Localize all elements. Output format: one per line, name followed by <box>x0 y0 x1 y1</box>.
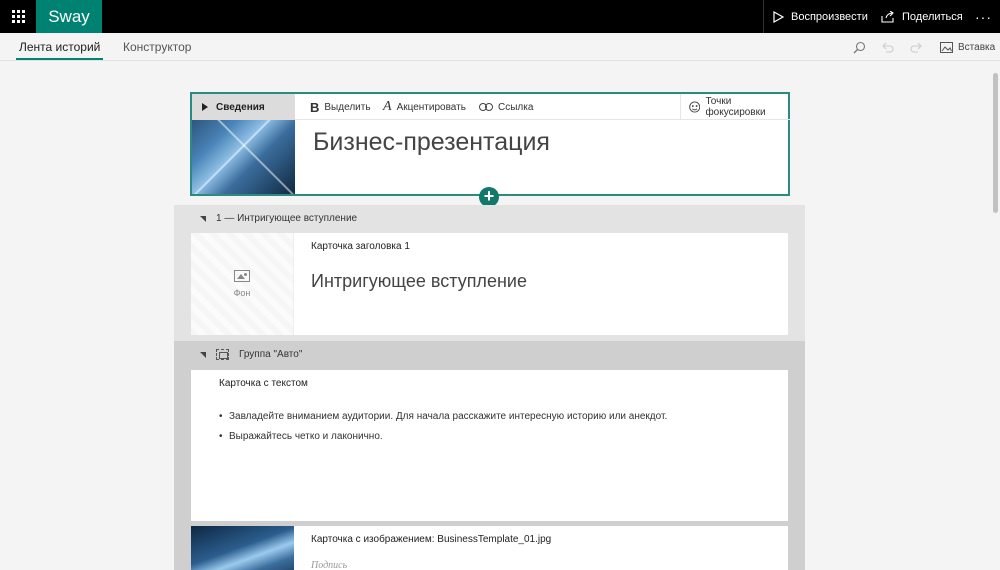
add-card-button[interactable]: + <box>479 187 499 207</box>
accent-icon: A <box>383 99 392 114</box>
caption-field[interactable]: Подпись <box>311 560 347 570</box>
undo-button[interactable] <box>881 33 894 61</box>
search-icon <box>853 41 866 53</box>
top-bar: Sway Воспроизвести Поделиться ··· <box>0 0 1000 33</box>
format-toolbar: B Выделить A Акцентировать Ссылка Точки … <box>295 94 790 120</box>
card-type-label: Карточка с изображением: BusinessTemplat… <box>311 534 552 545</box>
link-button[interactable]: Ссылка <box>479 94 533 120</box>
search-button[interactable] <box>853 33 866 61</box>
emphasize-label: Выделить <box>324 101 371 113</box>
section-heading: 1 — Интригующее вступление <box>216 212 358 224</box>
waffle-icon <box>11 10 25 23</box>
insert-button[interactable]: Вставка <box>940 33 995 61</box>
section-header[interactable]: 1 — Интригующее вступление <box>174 205 805 231</box>
redo-button[interactable] <box>910 33 923 61</box>
text-card[interactable]: Карточка с текстом Завладейте вниманием … <box>191 370 788 521</box>
link-label: Ссылка <box>498 101 534 113</box>
accent-label: Акцентировать <box>396 101 466 113</box>
details-label: Сведения <box>216 101 265 113</box>
play-button[interactable]: Воспроизвести <box>773 0 868 33</box>
active-tab-indicator <box>16 58 103 60</box>
section-intro: 1 — Интригующее вступление Фон Карточка … <box>174 205 805 342</box>
undo-icon <box>882 42 894 53</box>
share-label: Поделиться <box>902 10 963 23</box>
group-header[interactable]: Группа "Авто" <box>174 341 805 367</box>
play-icon <box>773 10 784 23</box>
play-label: Воспроизвести <box>791 10 868 23</box>
focus-points-icon <box>689 101 701 113</box>
background-label: Фон <box>233 288 251 298</box>
details-toggle[interactable]: Сведения <box>192 94 295 120</box>
group-icon <box>216 348 229 360</box>
list-item[interactable]: Выражайтесь четко и лаконично. <box>219 431 667 442</box>
tab-designer[interactable]: Конструктор <box>123 33 191 61</box>
group-heading: Группа "Авто" <box>239 348 303 360</box>
bold-icon: B <box>310 99 320 115</box>
redo-icon <box>910 42 922 53</box>
accent-button[interactable]: A Акцентировать <box>383 94 466 120</box>
scrollbar-thumb[interactable] <box>993 73 998 213</box>
card-type-label: Карточка заголовка 1 <box>311 241 410 252</box>
collapse-arrow-icon[interactable] <box>200 352 206 358</box>
heading-text[interactable]: Интригующее вступление <box>311 271 527 292</box>
expand-arrow-icon <box>202 103 208 111</box>
app-brand[interactable]: Sway <box>36 0 102 33</box>
insert-label: Вставка <box>958 41 996 53</box>
share-icon <box>881 10 894 23</box>
background-slot[interactable]: Фон <box>191 233 294 335</box>
image-thumbnail[interactable] <box>191 526 294 570</box>
tab-storyline[interactable]: Лента историй <box>19 33 100 61</box>
collapse-arrow-icon[interactable] <box>200 216 206 222</box>
heading-card[interactable]: Фон Карточка заголовка 1 Интригующее вст… <box>191 233 788 335</box>
vertical-scrollbar[interactable] <box>991 61 1000 570</box>
share-button[interactable]: Поделиться <box>881 0 963 33</box>
image-icon <box>940 41 953 53</box>
section-auto-group: Группа "Авто" Карточка с текстом Завладе… <box>174 341 805 570</box>
title-card[interactable]: Сведения B Выделить A Акцентировать Ссыл… <box>190 92 790 196</box>
title-text[interactable]: Бизнес-презентация <box>313 128 550 157</box>
more-options-button[interactable]: ··· <box>975 0 992 33</box>
app-launcher-button[interactable] <box>0 0 36 33</box>
list-item[interactable]: Завладейте вниманием аудитории. Для нача… <box>219 411 667 422</box>
focus-points-label: Точки фокусировки <box>705 96 766 118</box>
bullet-list[interactable]: Завладейте вниманием аудитории. Для нача… <box>219 411 667 451</box>
image-card[interactable]: Карточка с изображением: BusinessTemplat… <box>191 526 788 570</box>
emphasize-button[interactable]: B Выделить <box>310 94 371 120</box>
focus-points-button[interactable]: Точки фокусировки <box>680 94 790 120</box>
image-placeholder-icon <box>234 270 250 282</box>
card-type-label: Карточка с текстом <box>219 378 308 389</box>
topbar-divider <box>763 0 764 33</box>
link-icon <box>479 103 493 111</box>
view-nav: Лента историй Конструктор Вставка <box>0 33 1000 61</box>
